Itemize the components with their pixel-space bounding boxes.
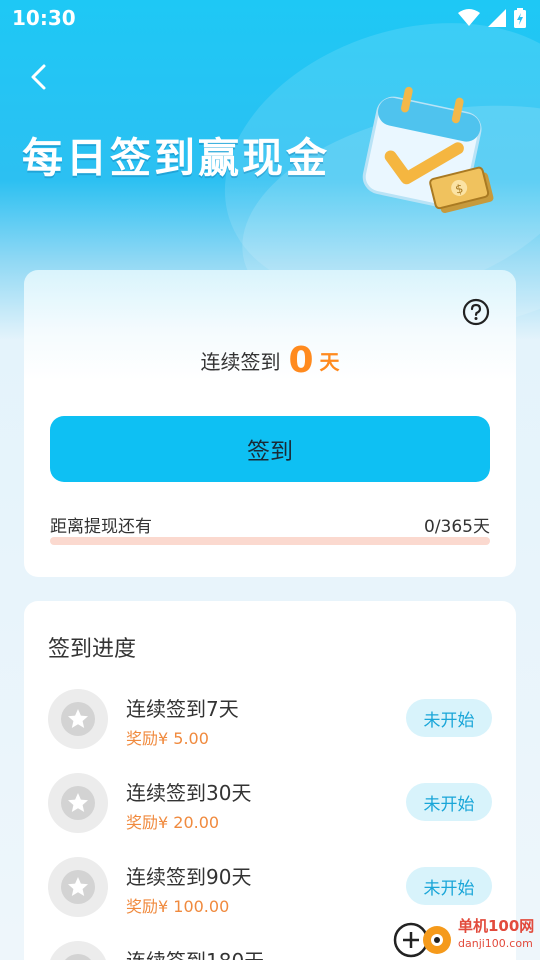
signal-icon [488, 9, 506, 27]
milestone-badge [48, 941, 108, 960]
milestone-reward: 奖励¥ 20.00 [126, 813, 220, 832]
milestone-badge [48, 689, 108, 749]
status-icons [458, 8, 526, 28]
milestone-reward: 奖励¥ 100.00 [126, 897, 230, 916]
milestone-badge [48, 773, 108, 833]
back-arrow-icon[interactable] [24, 62, 54, 92]
status-time: 10:30 [12, 6, 76, 30]
page-title: 每日签到赢现金 [22, 134, 330, 182]
milestone-title: 连续签到90天 [126, 865, 252, 889]
wifi-icon [458, 9, 480, 26]
star-icon [68, 709, 88, 728]
list-item: 连续签到90天 奖励¥ 100.00 未开始 [48, 857, 492, 917]
milestone-title: 连续签到30天 [126, 781, 252, 805]
checkin-card: 连续签到 0 天 签到 距离提现还有 0/365天 [24, 270, 516, 577]
milestone-status-button[interactable]: 未开始 [406, 867, 492, 905]
progress-card: 签到进度 连续签到7天 奖励¥ 5.00 未开始 连续签到30天 奖励¥ 20.… [24, 601, 516, 960]
milestone-reward: 奖励¥ 5.00 [126, 729, 209, 748]
streak-display: 连续签到 0 天 [24, 340, 516, 381]
sign-in-button[interactable]: 签到 [50, 416, 490, 482]
milestone-status-button[interactable]: 未开始 [406, 783, 492, 821]
watermark-text: 单机100网 danji100.com [458, 918, 534, 952]
star-icon [68, 877, 88, 896]
list-item: 连续签到30天 奖励¥ 20.00 未开始 [48, 773, 492, 833]
streak-days: 0 [288, 340, 314, 381]
section-title: 签到进度 [48, 637, 137, 662]
battery-icon [514, 8, 526, 28]
help-icon[interactable] [462, 298, 490, 326]
status-bar: 10:30 [0, 0, 540, 36]
milestone-badge [48, 857, 108, 917]
list-item: 连续签到7天 奖励¥ 5.00 未开始 [48, 689, 492, 749]
milestone-title: 连续签到180天 [126, 945, 264, 960]
withdraw-label: 距离提现还有 [50, 517, 152, 537]
watermark-url: danji100.com [458, 937, 533, 950]
milestone-status-button[interactable]: 未开始 [406, 699, 492, 737]
streak-prefix: 连续签到 [200, 350, 281, 374]
star-icon [68, 793, 88, 812]
calendar-check-icon: $ [362, 86, 494, 214]
withdraw-progress-bar [50, 537, 490, 545]
withdraw-progress-text: 0/365天 [424, 517, 490, 537]
page: 10:30 每日签到赢现金 $ 连续签到 0 天 签到 距离提现还有 0/365… [0, 0, 540, 960]
watermark-name: 单机100网 [458, 917, 535, 935]
milestone-title: 连续签到7天 [126, 697, 239, 721]
streak-unit: 天 [319, 350, 340, 374]
